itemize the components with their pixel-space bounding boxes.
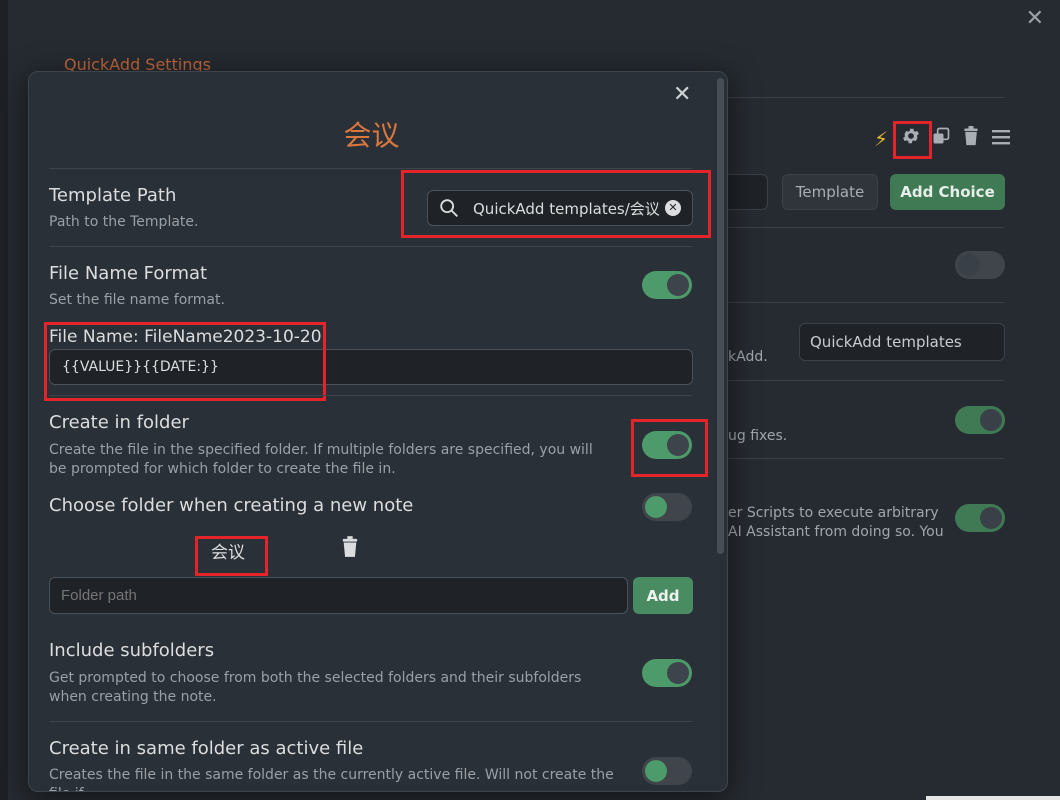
trash-icon[interactable] xyxy=(960,126,982,151)
divider xyxy=(700,458,1004,459)
folder-path-input[interactable] xyxy=(49,577,628,614)
template-path-desc: Path to the Template. xyxy=(49,214,199,230)
setting-desc-fragment: er Scripts to execute arbitrary xyxy=(728,505,939,521)
include-subfolders-desc: Get prompted to choose from both the sel… xyxy=(49,670,582,705)
divider xyxy=(700,227,1004,228)
template-path-value: QuickAdd templates/会议 xyxy=(473,200,660,218)
setting-toggle[interactable] xyxy=(955,251,1005,279)
lightning-icon[interactable]: ⚡ xyxy=(870,127,892,151)
modal-close-icon[interactable]: ✕ xyxy=(673,82,691,107)
divider xyxy=(49,246,692,247)
gear-icon[interactable] xyxy=(900,126,922,151)
file-name-format-toggle[interactable] xyxy=(642,271,692,299)
create-in-folder-toggle[interactable] xyxy=(642,431,692,459)
same-folder-toggle[interactable] xyxy=(642,757,692,785)
divider xyxy=(700,302,1004,303)
window-edge xyxy=(926,796,1060,800)
file-name-format-input[interactable]: {{VALUE}}{{DATE:}} xyxy=(49,349,693,385)
folder-list-item: 会议 xyxy=(211,543,245,563)
same-folder-desc: Creates the file in the same folder as t… xyxy=(49,767,614,791)
file-name-format-desc: Set the file name format. xyxy=(49,292,225,308)
delete-folder-icon[interactable] xyxy=(341,536,359,558)
choice-actions: ⚡ xyxy=(870,126,1012,151)
scrollbar-thumb[interactable] xyxy=(717,78,724,554)
add-choice-button[interactable]: Add Choice xyxy=(890,174,1005,210)
setting-toggle[interactable] xyxy=(955,504,1005,532)
template-type-button[interactable]: Template xyxy=(782,174,878,210)
setting-toggle[interactable] xyxy=(955,406,1005,434)
include-subfolders-label: Include subfolders xyxy=(49,640,215,661)
create-in-folder-desc: Create the file in the specified folder.… xyxy=(49,442,593,477)
choose-folder-label: Choose folder when creating a new note xyxy=(49,495,414,516)
template-folder-input[interactable]: QuickAdd templates xyxy=(799,323,1005,361)
search-icon xyxy=(440,199,458,217)
file-name-format-label: File Name Format xyxy=(49,263,208,284)
setting-desc-fragment: ug fixes. xyxy=(728,428,788,444)
duplicate-icon[interactable] xyxy=(930,126,952,151)
add-folder-button[interactable]: Add xyxy=(633,577,693,614)
drag-handle-icon[interactable] xyxy=(990,127,1012,151)
divider xyxy=(700,380,1004,381)
template-path-label: Template Path xyxy=(49,185,177,206)
setting-desc-fragment: kAdd. xyxy=(728,349,768,365)
file-name-preview: File Name: FileName2023-10-20 xyxy=(49,327,322,347)
clear-icon[interactable]: ✕ xyxy=(665,200,681,216)
template-path-input[interactable]: QuickAdd templates/会议 ✕ xyxy=(427,190,693,226)
divider xyxy=(49,395,692,396)
modal-title: 会议 xyxy=(343,119,400,152)
divider xyxy=(49,168,692,169)
same-folder-label: Create in same folder as active file xyxy=(49,738,364,759)
template-choice-modal: ✕ 会议 Template Path Path to the Template.… xyxy=(28,71,728,792)
choose-folder-toggle[interactable] xyxy=(642,493,692,521)
create-in-folder-label: Create in folder xyxy=(49,412,189,433)
left-strip xyxy=(0,0,8,800)
divider xyxy=(49,721,692,722)
setting-desc-fragment: AI Assistant from doing so. You xyxy=(728,524,944,540)
settings-close-icon[interactable]: ✕ xyxy=(1026,6,1044,31)
include-subfolders-toggle[interactable] xyxy=(642,659,692,687)
